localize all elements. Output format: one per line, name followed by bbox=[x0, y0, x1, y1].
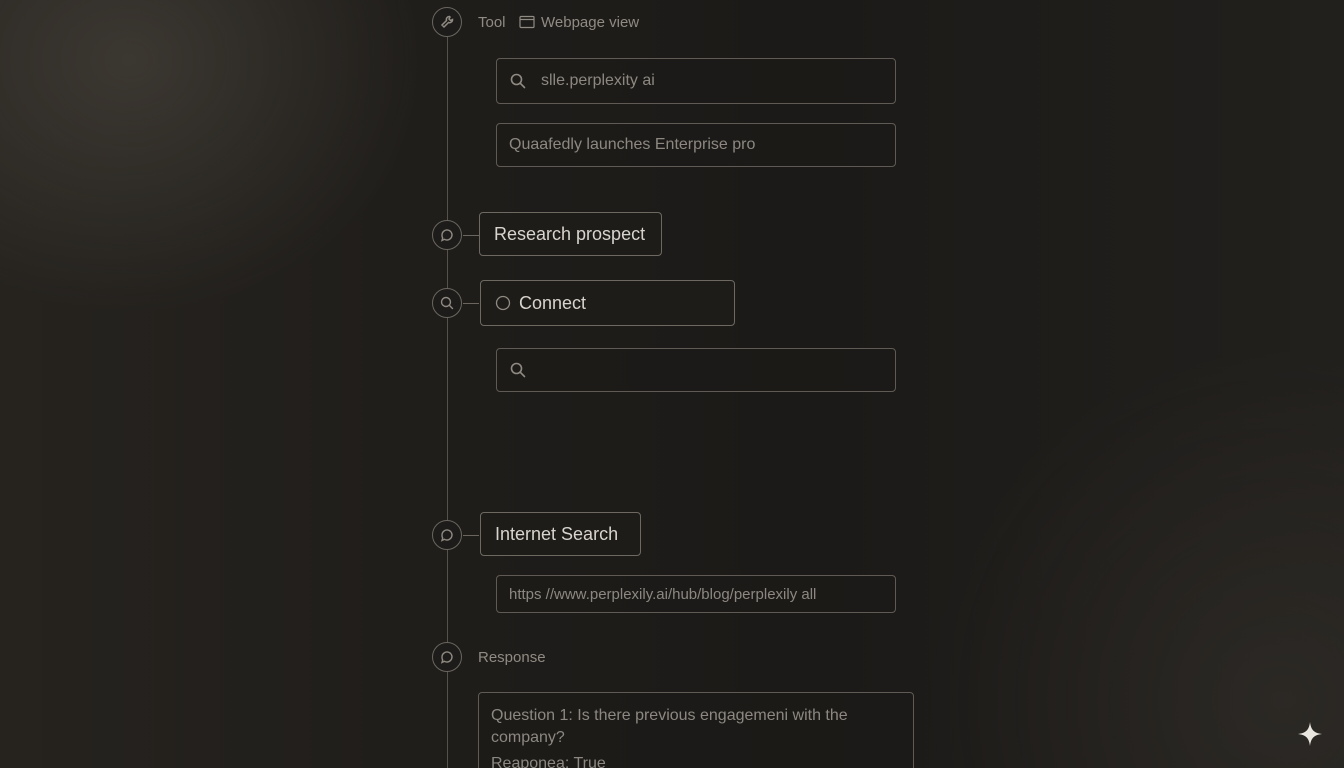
research-prospect-button[interactable]: Research prospect bbox=[479, 212, 662, 256]
internet-url-text: https //www.perplexily.ai/hub/blog/perpl… bbox=[509, 585, 817, 603]
connect-search-field[interactable] bbox=[496, 348, 896, 392]
tool-step-label: Tool bbox=[478, 14, 506, 31]
research-prospect-label: Research prospect bbox=[494, 223, 646, 244]
internet-search-label: Internet Search bbox=[495, 523, 619, 544]
connect-label: Connect bbox=[519, 292, 587, 313]
chat-bubble-icon bbox=[439, 649, 455, 665]
response-step-node bbox=[432, 642, 462, 672]
connect-connector bbox=[463, 303, 479, 304]
internet-connector bbox=[463, 535, 479, 536]
response-answer: Reaponea: True bbox=[491, 755, 606, 768]
tool-search-field[interactable] bbox=[496, 58, 896, 104]
radio-circle-icon bbox=[495, 295, 511, 311]
connect-step-node bbox=[432, 288, 462, 318]
chat-bubble-icon bbox=[439, 227, 455, 243]
internet-step-node bbox=[432, 520, 462, 550]
search-icon bbox=[509, 361, 527, 379]
wrench-icon bbox=[439, 14, 455, 30]
internet-search-button[interactable]: Internet Search bbox=[480, 512, 641, 556]
connect-button[interactable]: Connect bbox=[480, 280, 735, 326]
tool-search-input[interactable] bbox=[541, 72, 883, 90]
tool-result-text: Quaafedly launches Enterprise pro bbox=[509, 136, 756, 153]
search-icon bbox=[509, 72, 527, 90]
tool-step-node bbox=[432, 7, 462, 37]
search-icon bbox=[439, 295, 455, 311]
response-question: Question 1: Is there previous engagemeni… bbox=[491, 707, 848, 746]
sparkle-icon[interactable] bbox=[1296, 720, 1324, 748]
research-connector bbox=[463, 235, 479, 236]
internet-url-field[interactable]: https //www.perplexily.ai/hub/blog/perpl… bbox=[496, 575, 896, 613]
browser-window-icon bbox=[519, 15, 535, 34]
tool-result-field[interactable]: Quaafedly launches Enterprise pro bbox=[496, 123, 896, 167]
webpage-view-label[interactable]: Webpage view bbox=[541, 14, 639, 31]
response-label: Response bbox=[478, 649, 546, 666]
connect-search-input[interactable] bbox=[541, 361, 883, 379]
research-step-node bbox=[432, 220, 462, 250]
chat-bubble-icon bbox=[439, 527, 455, 543]
response-card: Question 1: Is there previous engagemeni… bbox=[478, 692, 914, 768]
